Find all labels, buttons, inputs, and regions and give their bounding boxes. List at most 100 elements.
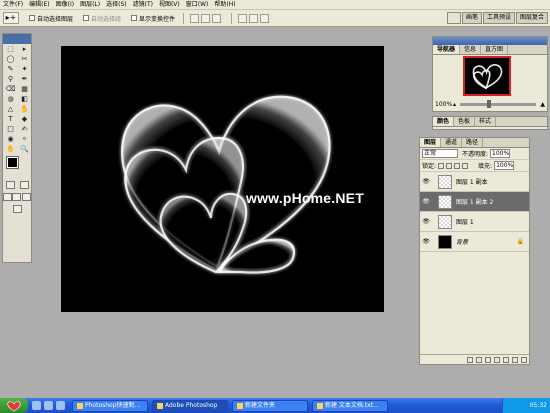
tab-swatches[interactable]: 色板 — [454, 117, 476, 126]
quick-launch-desktop-icon[interactable] — [44, 401, 53, 410]
type-tool-icon[interactable]: T — [4, 115, 17, 124]
taskbar-item-notepad[interactable]: 新建 文本文档.txt... — [312, 399, 388, 412]
taskbar-item-ie[interactable]: Photoshop快速制... — [72, 399, 148, 412]
tab-paths[interactable]: 路径 — [462, 138, 484, 147]
navigator-titlebar[interactable] — [433, 37, 547, 45]
foreground-color-swatch[interactable] — [6, 156, 19, 169]
layer-mask-icon[interactable] — [485, 356, 491, 363]
stamp-tool-icon[interactable]: ▦ — [18, 85, 31, 94]
zoom-out-icon[interactable]: ▴ — [453, 101, 456, 108]
tab-histogram[interactable]: 直方图 — [481, 45, 509, 54]
path-select-tool-icon[interactable]: ◆ — [18, 115, 31, 124]
menu-view[interactable]: 视图(V) — [159, 0, 180, 10]
blend-mode-select[interactable]: 正常 — [422, 149, 458, 158]
align-bottom-icon[interactable] — [212, 13, 222, 23]
taskbar-item-folder[interactable]: 新建文件夹 — [232, 399, 308, 412]
notes-tool-icon[interactable]: ✍ — [18, 125, 31, 134]
show-transform-checkbox[interactable]: 显示变换控件 — [131, 14, 175, 23]
tab-color[interactable]: 颜色 — [433, 117, 455, 126]
screen-mode-full-icon[interactable] — [12, 193, 22, 201]
align-vcenter-icon[interactable] — [201, 13, 211, 23]
eye-icon[interactable]: 👁 — [420, 178, 432, 185]
zoom-slider-handle[interactable] — [486, 100, 491, 108]
quick-launch-ie-icon[interactable] — [32, 401, 41, 410]
navigator-thumbnail[interactable] — [463, 56, 511, 96]
link-layers-icon[interactable] — [467, 356, 473, 363]
opacity-input[interactable]: 100% — [490, 149, 511, 158]
toolbox-titlebar[interactable] — [3, 34, 31, 44]
move-tool-icon[interactable]: ▸ — [18, 45, 31, 54]
menu-image[interactable]: 图像(I) — [56, 0, 74, 10]
fill-input[interactable]: 100% — [494, 161, 515, 170]
new-group-icon[interactable] — [503, 356, 509, 363]
zoom-slider[interactable] — [460, 100, 537, 108]
menu-file[interactable]: 文件(F) — [3, 0, 23, 10]
start-button[interactable] — [0, 398, 28, 413]
zoom-tool-icon[interactable]: 🔍 — [18, 145, 31, 154]
eye-icon[interactable]: 👁 — [420, 218, 432, 225]
move-tool-preset-icon[interactable]: ▸+ — [3, 12, 19, 24]
rectangle-tool-icon[interactable]: □ — [4, 125, 17, 134]
screen-mode-max-icon[interactable] — [21, 193, 31, 201]
lock-paint-icon[interactable] — [446, 162, 453, 169]
menu-filter[interactable]: 滤镜(T) — [133, 0, 153, 10]
layer-row[interactable]: 👁 图层 1 — [420, 212, 529, 232]
menu-help[interactable]: 帮助(H) — [214, 0, 235, 10]
menu-layer[interactable]: 图层(L) — [80, 0, 100, 10]
layer-style-icon[interactable] — [476, 356, 482, 363]
layer-row[interactable]: 👁 图层 1 副本 — [420, 172, 529, 192]
lock-transparency-icon[interactable] — [438, 162, 445, 169]
gradient-tool-icon[interactable]: ◧ — [18, 95, 31, 104]
eraser-tool-icon[interactable]: ⌫ — [4, 85, 17, 94]
eye-icon[interactable]: 👁 — [420, 238, 432, 245]
lasso-tool-icon[interactable]: ◯ — [4, 55, 17, 64]
menu-window[interactable]: 窗口(W) — [186, 0, 209, 10]
clock[interactable]: 05:32 — [530, 402, 547, 409]
marquee-tool-icon[interactable]: ⬚ — [4, 45, 17, 54]
lock-all-icon[interactable] — [462, 162, 469, 169]
tab-info[interactable]: 信息 — [460, 45, 482, 54]
slice-tool-icon[interactable]: ⚲ — [4, 75, 17, 84]
align-right-icon[interactable] — [260, 13, 270, 23]
brush-tool-icon[interactable]: ✎ — [4, 65, 17, 74]
eyedropper-tool-icon[interactable]: ◉ — [4, 135, 17, 144]
shape-tool-icon[interactable]: △ — [4, 105, 17, 114]
taskbar-item-photoshop[interactable]: Adobe Photoshop — [152, 399, 228, 412]
auto-select-group-checkbox[interactable]: 自动选择组 — [83, 14, 121, 23]
align-hcenter-icon[interactable] — [249, 13, 259, 23]
layer-row-background[interactable]: 👁 背景 🔒 — [420, 232, 529, 252]
well-tab-tool-presets[interactable]: 工具预设 — [482, 12, 515, 24]
well-tab-layer-comps[interactable]: 图层复合 — [515, 12, 548, 24]
tab-styles[interactable]: 样式 — [475, 117, 497, 126]
crop-tool-icon[interactable]: ✂ — [18, 55, 31, 64]
blur-tool-icon[interactable]: ◍ — [4, 95, 17, 104]
measure-tool-icon[interactable]: ⚬ — [18, 135, 31, 144]
hand-tool-icon[interactable]: ✋ — [4, 145, 17, 154]
menu-select[interactable]: 选择(S) — [106, 0, 127, 10]
pen-tool-icon[interactable]: ✒ — [18, 75, 31, 84]
tab-channels[interactable]: 通道 — [441, 138, 463, 147]
jump-to-imageready-icon[interactable] — [12, 205, 22, 213]
align-top-icon[interactable] — [190, 13, 200, 23]
lock-move-icon[interactable] — [454, 162, 461, 169]
new-layer-icon[interactable] — [512, 356, 518, 363]
navigator-zoom-value[interactable]: 100% — [435, 101, 453, 108]
standard-mode-icon[interactable] — [5, 181, 15, 189]
zoom-in-icon[interactable]: ▲ — [540, 101, 545, 108]
magic-wand-tool-icon[interactable]: ✦ — [18, 65, 31, 74]
layer-row-selected[interactable]: 👁 图层 1 副本 2 — [420, 192, 529, 212]
well-tab-brushes[interactable]: 画笔 — [461, 12, 482, 24]
hand-alt-tool-icon[interactable]: ✋ — [18, 105, 31, 114]
eye-icon[interactable]: 👁 — [420, 198, 432, 205]
screen-mode-standard-icon[interactable] — [3, 193, 13, 201]
file-browser-icon[interactable] — [446, 12, 461, 24]
tab-navigator[interactable]: 导航器 — [433, 45, 461, 54]
auto-select-layer-checkbox[interactable]: 自动选择图层 — [29, 14, 73, 23]
align-left-icon[interactable] — [238, 13, 248, 23]
adjustment-layer-icon[interactable] — [494, 356, 500, 363]
quick-mask-icon[interactable] — [19, 181, 29, 189]
delete-layer-icon[interactable] — [521, 356, 527, 363]
document-canvas[interactable]: www.pHome.NET — [61, 46, 384, 312]
quick-launch-media-icon[interactable] — [56, 401, 65, 410]
menu-edit[interactable]: 编辑(E) — [29, 0, 49, 10]
